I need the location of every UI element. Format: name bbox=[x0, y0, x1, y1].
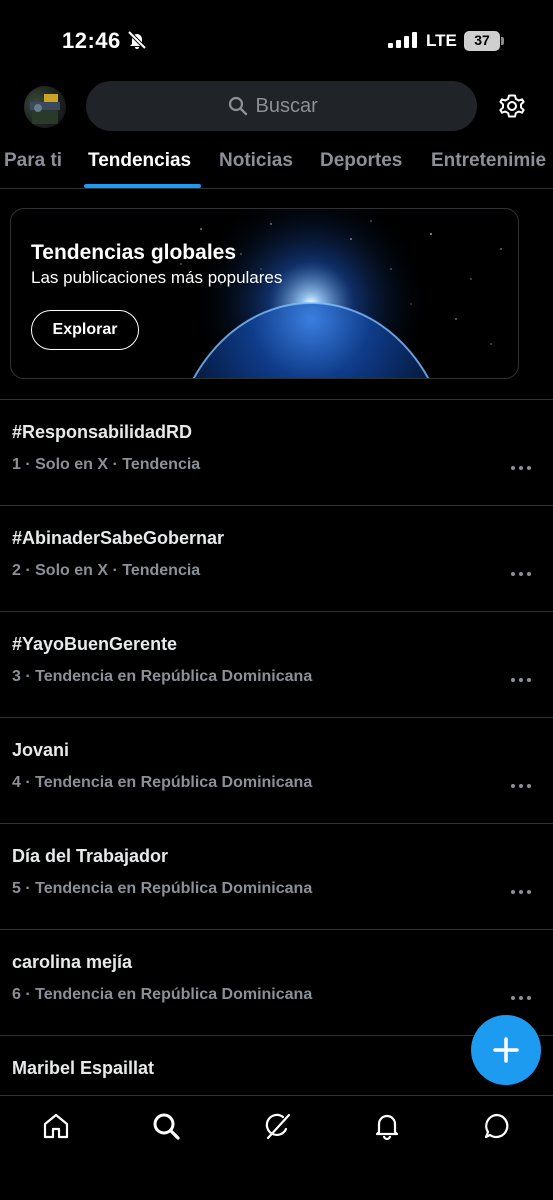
trend-meta: 5 · Tendencia en República Dominicana bbox=[12, 880, 313, 897]
bell-icon[interactable] bbox=[372, 1111, 402, 1141]
network-type: LTE bbox=[426, 31, 457, 50]
more-icon[interactable] bbox=[508, 458, 534, 478]
more-icon[interactable] bbox=[508, 776, 534, 796]
trend-title: #ResponsabilidadRD bbox=[12, 422, 193, 442]
trend-item[interactable]: Jovani 4 · Tendencia en República Domini… bbox=[0, 718, 553, 824]
status-time: 12:46 bbox=[62, 28, 121, 53]
trend-title: #AbinaderSabeGobernar bbox=[12, 528, 225, 548]
avatar-image bbox=[30, 94, 60, 124]
more-icon[interactable] bbox=[508, 670, 534, 690]
trend-item[interactable]: #YayoBuenGerente 3 · Tendencia en Repúbl… bbox=[0, 612, 553, 718]
battery-level: 37 bbox=[474, 32, 490, 48]
trend-meta: 3 · Tendencia en República Dominicana bbox=[12, 668, 313, 685]
trend-meta: 6 · Tendencia en República Dominicana bbox=[12, 986, 313, 1003]
bottom-nav bbox=[0, 1095, 553, 1200]
gear-icon[interactable] bbox=[497, 91, 527, 121]
bell-off-icon bbox=[127, 30, 147, 50]
trend-title: Maribel Espaillat bbox=[12, 1058, 155, 1078]
explore-button[interactable]: Explorar bbox=[31, 310, 139, 350]
more-icon[interactable] bbox=[508, 882, 534, 902]
search-input[interactable] bbox=[255, 94, 336, 118]
grok-icon[interactable] bbox=[262, 1111, 292, 1141]
status-bar: 12:46 LTE 37 bbox=[0, 0, 553, 80]
plus-icon bbox=[493, 1037, 519, 1063]
tab-para-ti[interactable]: Para ti bbox=[4, 150, 62, 172]
trend-title: #YayoBuenGerente bbox=[12, 634, 178, 654]
trend-meta: 2 · Solo en X · Tendencia bbox=[12, 562, 201, 579]
trend-item[interactable]: #AbinaderSabeGobernar 2 · Solo en X · Te… bbox=[0, 506, 553, 612]
more-icon[interactable] bbox=[508, 564, 534, 584]
trend-title: Jovani bbox=[12, 740, 70, 760]
trend-meta: 4 · Tendencia en República Dominicana bbox=[12, 774, 313, 791]
trend-title: Día del Trabajador bbox=[12, 846, 169, 866]
tab-noticias[interactable]: Noticias bbox=[219, 150, 293, 172]
tab-tendencias[interactable]: Tendencias bbox=[88, 150, 191, 172]
trend-item[interactable]: #ResponsabilidadRD 1 · Solo en X · Tende… bbox=[0, 400, 553, 506]
search-bar[interactable] bbox=[86, 81, 477, 131]
trend-title: carolina mejía bbox=[12, 952, 133, 972]
home-icon[interactable] bbox=[41, 1111, 71, 1141]
trend-item[interactable]: Día del Trabajador 5 · Tendencia en Repú… bbox=[0, 824, 553, 930]
search-icon bbox=[228, 96, 247, 116]
tab-deportes[interactable]: Deportes bbox=[320, 150, 402, 172]
active-tab-indicator bbox=[84, 184, 201, 188]
earth-image bbox=[151, 209, 502, 378]
messages-icon[interactable] bbox=[482, 1111, 512, 1141]
compose-button[interactable] bbox=[471, 1015, 541, 1085]
battery-icon: 37 bbox=[464, 31, 504, 51]
search-icon[interactable] bbox=[151, 1111, 181, 1141]
trend-meta: 1 · Solo en X · Tendencia bbox=[12, 456, 201, 473]
more-icon[interactable] bbox=[508, 988, 534, 1008]
avatar[interactable] bbox=[24, 86, 66, 128]
tab-entretenimiento[interactable]: Entretenimie bbox=[431, 150, 546, 172]
banner-title: Tendencias globales bbox=[31, 241, 237, 264]
global-trends-banner[interactable]: Tendencias globales Las publicaciones má… bbox=[10, 208, 519, 379]
banner-subtitle: Las publicaciones más populares bbox=[31, 268, 283, 287]
signal-icon bbox=[388, 32, 417, 48]
tab-bar: Para ti Tendencias Noticias Deportes Ent… bbox=[0, 140, 553, 189]
